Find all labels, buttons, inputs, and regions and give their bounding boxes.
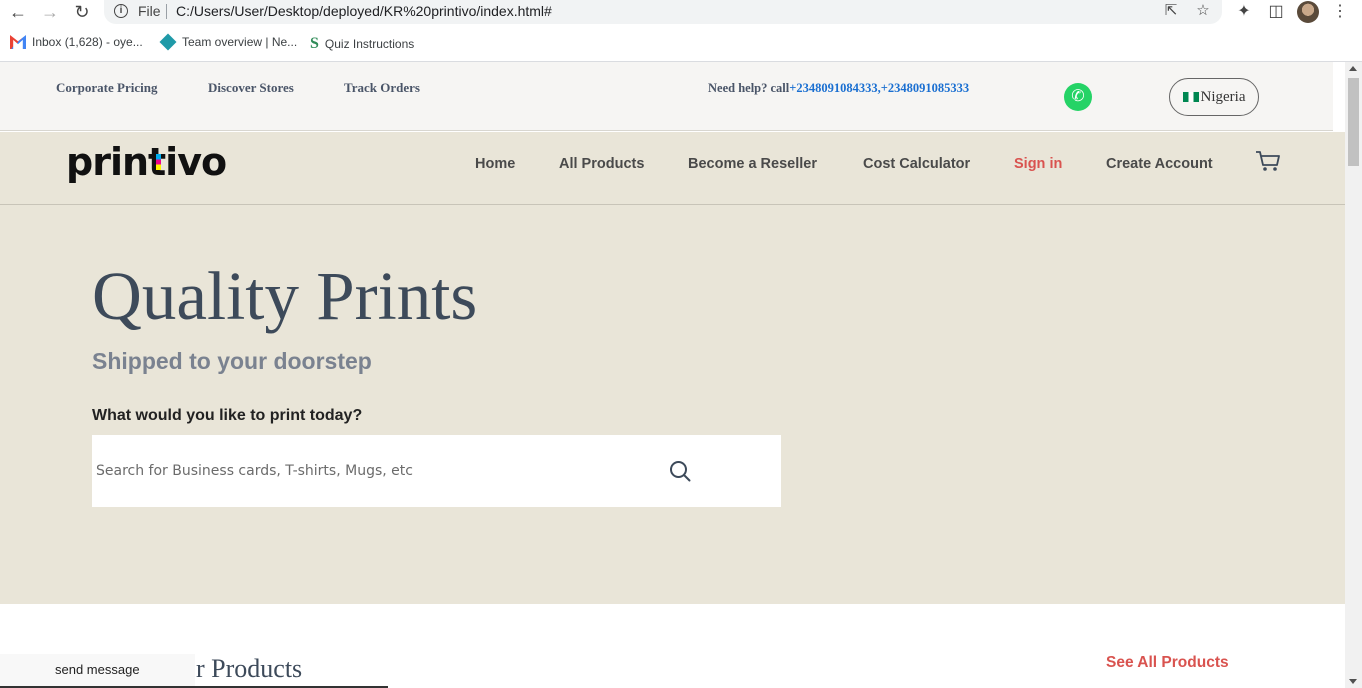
scroll-up-arrow-icon[interactable] [1349,66,1357,71]
send-message-label: send message [55,662,140,677]
printivo-logo[interactable]: printivo [66,140,227,184]
products-heading-text: r Products [196,654,303,683]
hero-subtitle: Shipped to your doorstep [92,348,372,374]
profile-avatar[interactable] [1297,1,1319,23]
search-prompt: What would you like to print today? [92,407,363,424]
whatsapp-icon[interactable]: ✆ [1064,83,1092,111]
hero-section: Quality Prints Shipped to your doorstep … [0,205,1345,604]
info-icon[interactable]: i [114,4,128,18]
see-all-products-link[interactable]: See All Products [1106,654,1229,672]
bookmark-label: Quiz Instructions [324,37,415,51]
nav-home[interactable]: Home [475,156,515,172]
bookmark-quiz[interactable]: S Quiz Instructions [310,35,414,53]
star-icon[interactable]: ☆ [1194,2,1212,20]
scroll-down-arrow-icon[interactable] [1349,679,1357,684]
forward-arrow-icon[interactable]: → [40,2,60,22]
protocol-label: File [138,3,161,19]
page-scrollbar[interactable] [1345,62,1362,688]
share-icon[interactable]: ⇱ [1162,2,1180,20]
side-panel-icon[interactable]: ◫ [1266,2,1286,22]
gmail-icon [10,35,26,49]
help-contact: Need help? call+2348091084333,+234809108… [708,81,969,96]
logo-color-accent [156,154,161,170]
bookmark-label: Inbox (1,628) - oye... [32,35,143,49]
help-phone-link[interactable]: +2348091084333,+2348091085333 [789,81,969,95]
utility-bar: Corporate Pricing Discover Stores Track … [0,62,1333,131]
bookmark-team[interactable]: Team overview | Ne... [159,33,298,51]
extensions-icon[interactable]: ✦ [1234,2,1254,22]
reload-icon[interactable]: ↻ [72,2,92,22]
country-selector[interactable]: Nigeria [1169,78,1259,116]
send-message-widget[interactable]: send message [0,654,195,688]
address-bar[interactable]: i File C:/Users/User/Desktop/deployed/KR… [104,0,1222,24]
bookmark-label: Team overview | Ne... [182,35,298,49]
back-arrow-icon[interactable]: ← [8,2,28,22]
bookmark-gmail[interactable]: Inbox (1,628) - oye... [10,35,143,49]
separator [166,4,167,19]
nav-sign-in[interactable]: Sign in [1014,156,1062,172]
browser-toolbar: ← → ↻ i File C:/Users/User/Desktop/deplo… [0,0,1362,24]
main-navigation: printivo Home All Products Become a Rese… [0,132,1345,205]
nav-cost-calculator[interactable]: Cost Calculator [863,156,970,172]
nav-all-products[interactable]: All Products [559,156,644,172]
corporate-pricing-link[interactable]: Corporate Pricing [56,80,157,96]
cart-icon[interactable] [1255,150,1281,172]
scroll-thumb[interactable] [1348,78,1359,166]
bookmarks-bar: Inbox (1,628) - oye... Team overview | N… [0,30,1362,56]
help-label: Need help? call [708,81,790,95]
hero-title: Quality Prints [92,258,478,334]
country-label: Nigeria [1200,88,1246,105]
search-icon[interactable] [669,460,691,482]
page-viewport: Corporate Pricing Discover Stores Track … [0,62,1345,688]
search-input[interactable] [96,459,656,483]
nav-become-reseller[interactable]: Become a Reseller [688,156,817,172]
nigeria-flag-icon [1182,92,1199,102]
quiz-s-icon: S [310,35,319,52]
nav-create-account[interactable]: Create Account [1106,156,1213,172]
track-orders-link[interactable]: Track Orders [344,80,420,96]
diamond-icon [159,33,177,51]
url-text[interactable]: C:/Users/User/Desktop/deployed/KR%20prin… [176,3,552,19]
discover-stores-link[interactable]: Discover Stores [208,80,294,96]
menu-kebab-icon[interactable]: ⋮ [1330,2,1350,22]
search-box [92,435,781,507]
